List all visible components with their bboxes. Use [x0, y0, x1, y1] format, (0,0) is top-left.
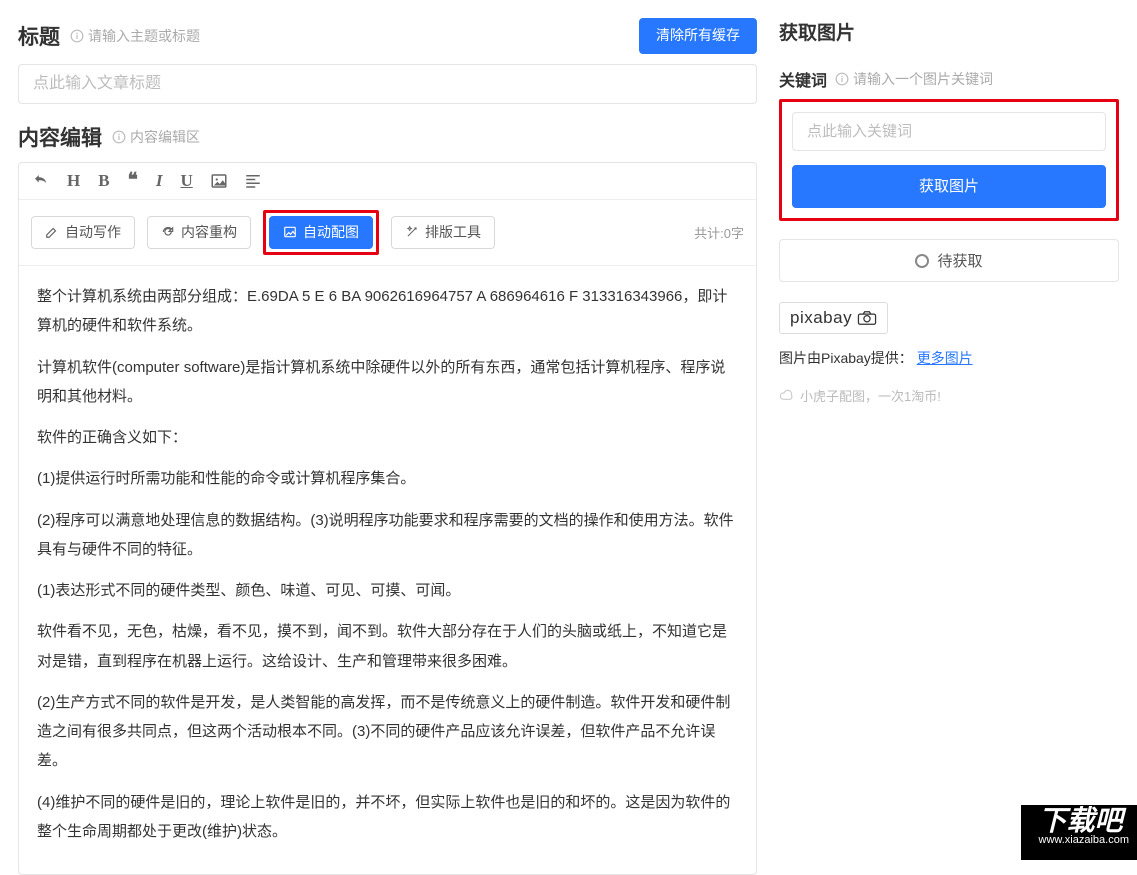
camera-icon	[857, 311, 877, 325]
content-paragraph: (4)维护不同的硬件是旧的，理论上软件是旧的，并不坏，但实际上软件也是旧的和坏的…	[37, 788, 738, 847]
keyword-label: 关键词	[779, 67, 827, 91]
info-icon	[112, 130, 126, 144]
content-paragraph: (2)程序可以满意地处理信息的数据结构。(3)说明程序功能要求和程序需要的文档的…	[37, 506, 738, 565]
align-icon[interactable]	[243, 171, 263, 191]
highlight-auto-image: 自动配图	[263, 210, 379, 256]
action-toolbar: 自动写作 内容重构 自动配图 排版工具 共计:0字	[19, 200, 756, 267]
auto-image-button[interactable]: 自动配图	[269, 216, 373, 250]
layout-tool-button[interactable]: 排版工具	[391, 216, 495, 250]
content-paragraph: 软件的正确含义如下：	[37, 423, 738, 452]
content-paragraph: 整个计算机系统由两部分组成：E.69DA 5 E 6 BA 9062616964…	[37, 282, 738, 341]
editor-hint: 内容编辑区	[112, 127, 200, 147]
bold-icon[interactable]: B	[96, 171, 111, 191]
refresh-icon	[161, 225, 175, 239]
underline-icon[interactable]: U	[178, 171, 194, 191]
word-count: 共计:0字	[694, 223, 744, 242]
keyword-input[interactable]	[792, 112, 1106, 151]
article-title-input[interactable]	[18, 64, 757, 104]
content-paragraph: (2)生产方式不同的软件是开发，是人类智能的高发挥，而不是传统意义上的硬件制造。…	[37, 688, 738, 776]
format-toolbar: H B ❝ I U	[19, 163, 756, 200]
heading-icon[interactable]: H	[65, 171, 82, 191]
info-icon	[70, 29, 84, 43]
keyword-header: 关键词 请输入一个图片关键词	[779, 67, 1119, 91]
info-icon	[835, 72, 849, 86]
editor-content[interactable]: 整个计算机系统由两部分组成：E.69DA 5 E 6 BA 9062616964…	[19, 266, 756, 874]
pending-status[interactable]: 待获取	[779, 239, 1119, 282]
restructure-button[interactable]: 内容重构	[147, 216, 251, 250]
image-source-line: 图片由Pixabay提供： 更多图片	[779, 348, 1119, 368]
editor-container: H B ❝ I U 自动写作 内容重构	[18, 162, 757, 875]
title-label: 标题	[18, 21, 60, 51]
title-hint: 请输入主题或标题	[70, 26, 200, 46]
pixabay-logo: pixabay	[779, 302, 888, 334]
content-paragraph: (1)提供运行时所需功能和性能的命令或计算机程序集合。	[37, 464, 738, 493]
keyword-hint: 请输入一个图片关键词	[835, 69, 993, 89]
cost-note: 小虎子配图，一次1淘币!	[779, 386, 1119, 405]
editor-label: 内容编辑	[18, 122, 102, 152]
clear-cache-button[interactable]: 清除所有缓存	[639, 18, 757, 54]
content-paragraph: 软件看不见，无色，枯燥，看不见，摸不到，闻不到。软件大部分存在于人们的头脑或纸上…	[37, 617, 738, 676]
image-icon[interactable]	[209, 171, 229, 191]
italic-icon[interactable]: I	[154, 171, 165, 191]
content-paragraph: (1)表达形式不同的硬件类型、颜色、味道、可见、可摸、可闻。	[37, 576, 738, 605]
highlight-keyword-box: 获取图片	[779, 99, 1119, 221]
more-images-link[interactable]: 更多图片	[917, 350, 973, 366]
cloud-icon	[779, 388, 794, 403]
auto-write-button[interactable]: 自动写作	[31, 216, 135, 250]
fetch-image-button[interactable]: 获取图片	[792, 165, 1106, 208]
picture-icon	[283, 225, 297, 239]
title-header: 标题 请输入主题或标题 清除所有缓存	[18, 18, 757, 54]
sidebar-title: 获取图片	[779, 18, 1119, 45]
undo-icon[interactable]	[31, 171, 51, 191]
quote-icon[interactable]: ❝	[126, 171, 140, 191]
wand-icon	[405, 225, 419, 239]
pencil-icon	[45, 225, 59, 239]
circle-icon	[915, 254, 929, 268]
watermark: 下载吧 www.xiazaiba.com	[1021, 805, 1137, 860]
content-paragraph: 计算机软件(computer software)是指计算机系统中除硬件以外的所有…	[37, 353, 738, 412]
